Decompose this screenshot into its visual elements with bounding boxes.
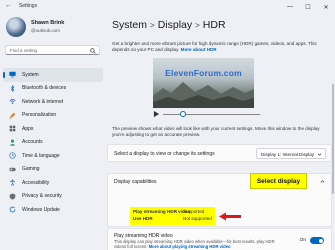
streaming-description: This display can play streaming HDR vide… [114,239,284,249]
chevron-down-icon [317,152,322,156]
profile-name: Shawn Brink [31,20,65,26]
sidebar-item-label: System [22,71,39,78]
toggle-knob [318,238,323,243]
sidebar-nav: System Bluetooth & devices Network & int… [3,68,103,217]
search-icon [90,47,96,54]
chevron-up-icon[interactable] [320,179,325,184]
capability-label: Play streaming HDR video [133,209,191,214]
more-about-hdr-link[interactable]: More about HDR [181,47,217,52]
sidebar-item-label: Windows Update [22,206,60,213]
capability-label: Use HDR [133,216,153,221]
brush-icon [9,112,16,119]
capability-value: Not supported [183,216,212,221]
breadcrumb-display[interactable]: Display [158,19,192,31]
preview-description: The preview shows what video will look l… [112,126,320,137]
sidebar-item-label: Network & internet [22,98,64,105]
sidebar-item-apps[interactable]: Apps [3,122,103,136]
sidebar-item-system[interactable]: System [3,68,103,82]
globe-clock-icon [9,152,16,159]
window-title: Settings [19,3,38,9]
streaming-more-link[interactable]: More about playing streaming HDR video [149,244,231,249]
network-icon [9,99,16,105]
breadcrumb-system[interactable]: System [112,19,147,31]
sidebar-item-label: Bluetooth & devices [22,85,67,92]
window-controls: — ☐ ✕ [281,0,335,14]
display-select-card: Select a display to view or change its s… [107,144,332,162]
video-player-controls [153,110,263,118]
sidebar-item-label: Personalization [22,112,57,119]
sidebar-item-label: Privacy & security [22,193,62,200]
watermark-text: ElevenForum.com [165,68,242,78]
minimize-button[interactable]: — [281,0,299,14]
capabilities-title: Display capabilities [114,179,157,185]
gamepad-icon [9,167,16,171]
red-arrow-icon [219,212,241,221]
streaming-hdr-card: Play streaming HDR video This display ca… [107,228,332,250]
display-dropdown[interactable]: Display 1: Internal Display [256,148,326,159]
sidebar-item-privacy-security[interactable]: Privacy & security [3,190,103,204]
video-seek-thumb[interactable] [180,111,186,117]
sidebar-item-label: Accessibility [22,179,50,186]
monitor-icon [9,71,16,78]
sidebar-item-windows-update[interactable]: Windows Update [3,203,103,217]
apps-icon [9,125,16,132]
hdr-video-preview: ElevenForum.com [153,58,254,108]
display-dropdown-value: Display 1: Internal Display [261,152,315,157]
play-icon[interactable] [153,110,160,118]
close-button[interactable]: ✕ [317,0,335,14]
profile-email: @outlook.com [31,28,60,33]
scrollbar[interactable] [332,84,334,194]
main-content: System > Display > HDR Get a brighter and mo… [104,14,335,250]
person-icon [9,139,16,146]
sidebar-item-gaming[interactable]: Gaming [3,163,103,177]
sidebar-item-label: Time & language [22,152,60,159]
shield-icon [9,193,16,200]
sidebar-item-label: Accounts [22,139,43,146]
sidebar-item-bluetooth[interactable]: Bluetooth & devices [3,82,103,96]
bluetooth-icon [10,84,15,92]
sidebar: Shawn Brink @outlook.com Find a setting … [0,14,104,250]
title-bar: ← Settings — ☐ ✕ [0,0,335,14]
video-seek-track[interactable] [163,113,260,115]
sidebar-item-label: Apps [22,125,34,132]
breadcrumb-separator: > [195,21,200,30]
sidebar-item-accounts[interactable]: Accounts [3,136,103,150]
avatar [6,17,26,37]
select-display-callout: Select display [250,173,307,189]
back-arrow-icon[interactable]: ← [5,2,12,9]
breadcrumb: System > Display > HDR [112,19,226,31]
accessibility-icon [10,179,15,187]
toggle-state-label: On [299,238,306,243]
intro-text: Get a brighter and more vibrant picture … [112,41,327,53]
mountain-image [153,82,254,108]
sidebar-item-label: Gaming [22,166,40,173]
page-title: HDR [202,19,226,31]
search-placeholder: Find a setting [10,48,38,53]
sidebar-item-accessibility[interactable]: Accessibility [3,176,103,190]
streaming-hdr-toggle[interactable] [310,237,324,244]
update-icon [9,206,16,213]
sidebar-item-personalization[interactable]: Personalization [3,109,103,123]
user-profile[interactable]: Shawn Brink @outlook.com [6,17,102,43]
search-input[interactable]: Find a setting [5,45,100,55]
sidebar-item-network[interactable]: Network & internet [3,95,103,109]
sidebar-item-time-language[interactable]: Time & language [3,149,103,163]
display-select-label: Select a display to view or change its s… [114,151,215,157]
capability-value: Supported [183,209,205,214]
maximize-button[interactable]: ☐ [299,0,317,14]
breadcrumb-separator: > [150,21,155,30]
